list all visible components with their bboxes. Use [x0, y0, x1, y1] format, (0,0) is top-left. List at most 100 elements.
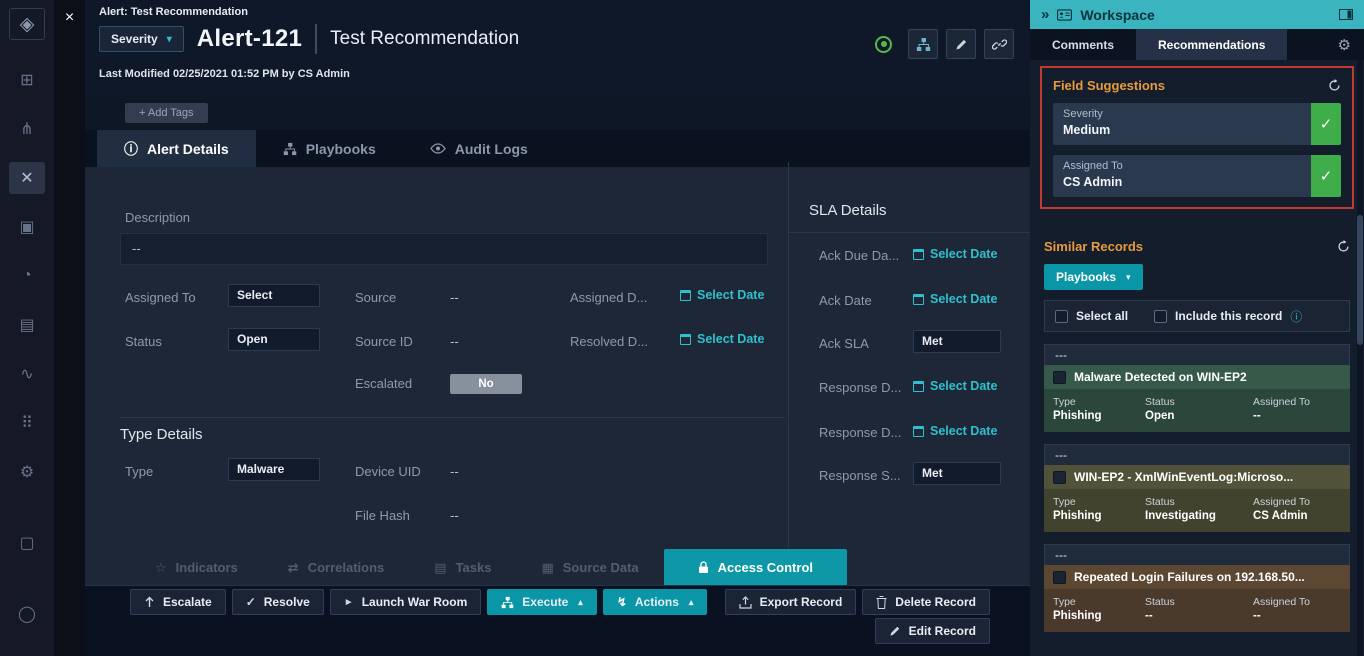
record-title: Repeated Login Failures on 192.168.50...	[1074, 570, 1305, 584]
collapse-panel-icon[interactable]: »	[1041, 6, 1049, 23]
tab-tasks[interactable]: ▤ Tasks	[409, 549, 516, 586]
eye-icon	[430, 143, 446, 154]
description-field[interactable]: --	[120, 233, 768, 265]
type-col-value: Phishing	[1053, 610, 1145, 622]
play-icon: ►	[344, 597, 354, 608]
gear-icon[interactable]: ⚙	[1338, 29, 1364, 60]
rail-queue-icon[interactable]: ⋔	[9, 113, 45, 145]
escalate-icon	[144, 596, 155, 608]
copy-link-button[interactable]	[984, 29, 1014, 59]
record-title-row[interactable]: Repeated Login Failures on 192.168.50...	[1044, 565, 1350, 589]
close-button[interactable]: ×	[60, 8, 80, 28]
sla-row: Response D... Select Date	[789, 421, 1031, 447]
rail-content-hub-icon[interactable]: ▢	[9, 527, 45, 559]
layout-columns-icon[interactable]	[1339, 9, 1353, 20]
correlations-icon: ⇄	[288, 560, 299, 576]
record-title: Malware Detected on WIN-EP2	[1074, 370, 1247, 384]
sitemap-icon	[916, 37, 931, 52]
page-title: Test Recommendation	[330, 28, 519, 50]
rail-incident-response-icon[interactable]: ✕	[9, 162, 45, 194]
refresh-icon[interactable]	[1328, 79, 1341, 92]
tab-correlations[interactable]: ⇄ Correlations	[263, 549, 409, 586]
escalated-toggle[interactable]: No	[450, 374, 522, 394]
device-uid-value: --	[450, 464, 459, 479]
scrollbar-thumb[interactable]	[1357, 215, 1363, 345]
response-sla-field[interactable]: Met	[913, 462, 1001, 485]
header-actions	[875, 29, 1014, 59]
rail-vulnerability-icon[interactable]: ▣	[9, 211, 45, 243]
type-details-title: Type Details	[120, 426, 203, 443]
rail-help-icon[interactable]: ◯	[9, 598, 45, 630]
record-separator: ---	[1044, 544, 1350, 565]
playbooks-dropdown[interactable]: Playbooks ▾	[1044, 264, 1143, 290]
export-icon	[739, 596, 752, 609]
ack-date-select[interactable]: Select Date	[913, 292, 997, 306]
export-record-button[interactable]: Export Record	[725, 589, 857, 615]
add-tags-button[interactable]: + Add Tags	[125, 103, 208, 123]
record-checkbox[interactable]	[1053, 371, 1066, 384]
record-checkbox[interactable]	[1053, 471, 1066, 484]
ack-due-date-select[interactable]: Select Date	[913, 247, 997, 261]
edit-record-button[interactable]: Edit Record	[875, 618, 990, 644]
response-date-select[interactable]: Select Date	[913, 424, 997, 438]
delete-record-button[interactable]: Delete Record	[862, 589, 990, 615]
escalate-button[interactable]: Escalate	[130, 589, 226, 615]
sitemap-icon	[501, 596, 514, 609]
record-section-tabs: ☆ Indicators ⇄ Correlations ▤ Tasks ▦ So…	[85, 549, 1030, 586]
assigned-col-label: Assigned To	[1253, 496, 1341, 508]
launch-war-room-button[interactable]: ► Launch War Room	[330, 589, 481, 615]
type-select[interactable]: Malware	[228, 458, 320, 481]
tab-recommendations[interactable]: Recommendations	[1136, 29, 1287, 60]
info-icon: ⓘ	[1290, 308, 1302, 325]
rail-dashboard-icon[interactable]: ⊞	[9, 64, 45, 96]
playbook-button[interactable]	[908, 29, 938, 59]
tab-access-control[interactable]: Access Control	[664, 549, 847, 586]
suggestion-label: Severity	[1063, 108, 1301, 120]
pencil-icon	[889, 625, 901, 637]
rail-reports-icon[interactable]: ∿	[9, 358, 45, 390]
rail-apps-icon[interactable]: ⠿	[9, 407, 45, 439]
rail-settings-icon[interactable]: ⚙	[9, 456, 45, 488]
suggestion-label: Assigned To	[1063, 160, 1301, 172]
refresh-icon[interactable]	[1337, 240, 1350, 253]
resolve-button[interactable]: ✓ Resolve	[232, 589, 324, 615]
assigned-date-select[interactable]: Select Date	[680, 288, 764, 302]
scrollbar[interactable]	[1357, 60, 1363, 656]
rail-resources-icon[interactable]: ▤	[9, 309, 45, 341]
record-checkbox[interactable]	[1053, 571, 1066, 584]
response-due-date-select[interactable]: Select Date	[913, 379, 997, 393]
tab-comments[interactable]: Comments	[1030, 29, 1136, 60]
status-select[interactable]: Open	[228, 328, 320, 351]
tasks-list-icon: ▤	[434, 560, 446, 576]
app-screen: ◈ ⊞ ⋔ ✕ ▣ ◔ ▤ ∿ ⠿ ⚙ ▢ ◯ × Alert: Test Re…	[0, 0, 1364, 656]
sla-details-title: SLA Details	[809, 202, 887, 219]
file-hash-value: --	[450, 508, 459, 523]
field-suggestions-box: Field Suggestions Severity Medium ✓ Assi…	[1040, 66, 1354, 209]
tab-source-data[interactable]: ▦ Source Data	[516, 549, 663, 586]
record-title-row[interactable]: Malware Detected on WIN-EP2	[1044, 365, 1350, 389]
similar-record-card: --- Malware Detected on WIN-EP2 TypePhis…	[1044, 344, 1350, 432]
actions-button[interactable]: ↯ Actions ▴	[603, 589, 708, 615]
record-title-row[interactable]: WIN-EP2 - XmlWinEventLog:Microso...	[1044, 465, 1350, 489]
severity-dropdown[interactable]: Severity ▾	[99, 26, 184, 52]
ack-sla-field[interactable]: Met	[913, 330, 1001, 353]
file-hash-label: File Hash	[355, 508, 410, 523]
suggestion-content: Assigned To CS Admin	[1053, 155, 1311, 197]
execute-button[interactable]: Execute ▴	[487, 589, 597, 615]
star-icon: ☆	[155, 560, 167, 576]
select-all-checkbox[interactable]	[1055, 310, 1068, 323]
tab-indicators[interactable]: ☆ Indicators	[130, 549, 263, 586]
workspace-icon	[1057, 9, 1072, 21]
accept-suggestion-button[interactable]: ✓	[1311, 155, 1341, 197]
assigned-col-value: CS Admin	[1253, 510, 1341, 522]
accept-suggestion-button[interactable]: ✓	[1311, 103, 1341, 145]
source-id-value: --	[450, 334, 459, 349]
assigned-to-select[interactable]: Select	[228, 284, 320, 307]
sla-details-panel: SLA Details Ack Due Da... Select Date Ac…	[788, 162, 1030, 549]
source-value: --	[450, 290, 459, 305]
edit-record-icon-button[interactable]	[946, 29, 976, 59]
include-record-checkbox[interactable]	[1154, 310, 1167, 323]
resolved-date-select[interactable]: Select Date	[680, 332, 764, 346]
grid-icon: ▦	[541, 560, 553, 576]
rail-automation-icon[interactable]: ◔	[9, 260, 45, 292]
